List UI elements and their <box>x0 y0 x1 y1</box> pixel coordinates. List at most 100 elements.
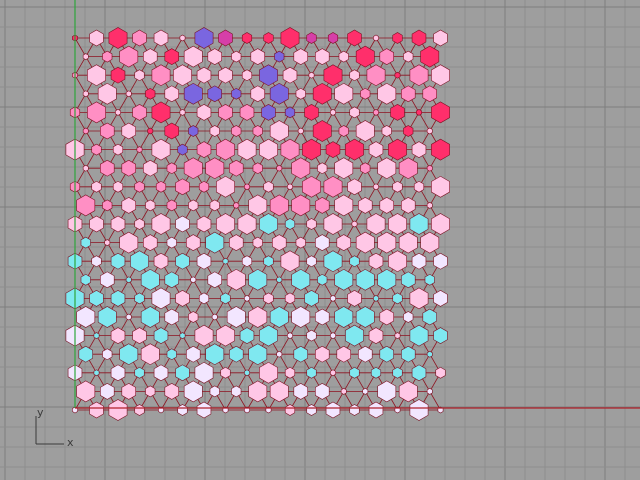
hexagon-cell[interactable] <box>216 138 235 161</box>
hexagon-cell[interactable] <box>403 311 414 323</box>
hexagon-cell[interactable] <box>196 66 212 84</box>
hexagon-cell[interactable] <box>175 215 190 233</box>
hexagon-cell[interactable] <box>207 271 222 289</box>
hexagon-cell[interactable] <box>392 366 403 379</box>
hexagon-cell[interactable] <box>315 234 330 251</box>
hexagon-cell[interactable] <box>426 127 433 135</box>
hexagon-cell[interactable] <box>166 199 177 212</box>
hexagon-cell[interactable] <box>186 345 201 363</box>
hexagon-cell[interactable] <box>147 127 154 135</box>
hexagon-cell[interactable] <box>366 213 386 235</box>
hexagon-cell[interactable] <box>373 183 379 191</box>
hexagon-cell[interactable] <box>190 276 197 284</box>
hexagon-cell[interactable] <box>151 213 171 235</box>
hexagon-cell[interactable] <box>291 306 311 328</box>
hexagon-cell[interactable] <box>241 32 253 44</box>
hexagon-cell[interactable] <box>216 213 235 235</box>
hexagon-cell[interactable] <box>231 385 242 398</box>
hexagon-cell[interactable] <box>244 369 250 377</box>
hexagon-cell[interactable] <box>196 401 212 419</box>
hexagon-cell[interactable] <box>392 32 403 44</box>
hexagon-cell[interactable] <box>293 48 308 65</box>
hexagon-cell[interactable] <box>411 141 427 158</box>
hexagon-cell[interactable] <box>196 141 212 158</box>
hexagon-cell[interactable] <box>269 82 289 105</box>
hexagon-cell[interactable] <box>166 348 177 361</box>
hexagon-cell[interactable] <box>209 385 220 398</box>
hexagon-cell[interactable] <box>360 162 371 175</box>
hexagon-pattern[interactable] <box>65 27 450 421</box>
hexagon-cell[interactable] <box>327 32 339 44</box>
hexagon-cell[interactable] <box>112 180 124 193</box>
hexagon-cell[interactable] <box>188 311 199 323</box>
hexagon-cell[interactable] <box>145 385 156 398</box>
hexagon-cell[interactable] <box>276 164 283 172</box>
hexagon-cell[interactable] <box>293 383 308 400</box>
hexagon-cell[interactable] <box>164 383 179 400</box>
hexagon-cell[interactable] <box>334 194 354 217</box>
hexagon-cell[interactable] <box>370 366 382 379</box>
hexagon-cell[interactable] <box>355 231 375 254</box>
hexagon-cell[interactable] <box>241 255 253 268</box>
hexagon-cell[interactable] <box>284 106 296 119</box>
hexagon-cell[interactable] <box>263 32 274 44</box>
hexagon-cell[interactable] <box>362 388 369 395</box>
hexagon-cell[interactable] <box>205 157 225 180</box>
viewport-scene[interactable] <box>0 0 640 480</box>
hexagon-cell[interactable] <box>218 29 233 47</box>
hexagon-cell[interactable] <box>119 231 139 254</box>
hexagon-cell[interactable] <box>373 109 379 116</box>
hexagon-cell[interactable] <box>76 380 96 403</box>
hexagon-cell[interactable] <box>252 125 263 137</box>
hexagon-cell[interactable] <box>401 197 416 214</box>
hexagon-cell[interactable] <box>93 332 100 339</box>
hexagon-cell[interactable] <box>349 106 360 119</box>
hexagon-cell[interactable] <box>291 194 311 217</box>
hexagon-cell[interactable] <box>87 64 106 87</box>
hexagon-cell[interactable] <box>368 401 384 419</box>
hexagon-cell[interactable] <box>100 159 115 177</box>
hexagon-cell[interactable] <box>420 45 440 68</box>
hexagon-cell[interactable] <box>276 350 283 358</box>
hexagon-cell[interactable] <box>166 162 177 175</box>
hexagon-cell[interactable] <box>269 306 289 328</box>
hexagon-cell[interactable] <box>121 159 136 177</box>
hexagon-cell[interactable] <box>284 404 296 416</box>
hexagon-cell[interactable] <box>426 164 433 172</box>
hexagon-cell[interactable] <box>87 101 106 124</box>
hexagon-cell[interactable] <box>100 122 115 140</box>
hexagon-cell[interactable] <box>306 32 317 44</box>
hexagon-cell[interactable] <box>194 27 214 49</box>
hexagon-cell[interactable] <box>115 109 121 116</box>
hexagon-cell[interactable] <box>424 273 435 286</box>
hexagon-cell[interactable] <box>175 290 190 307</box>
hexagon-cell[interactable] <box>151 64 171 87</box>
hexagon-cell[interactable] <box>134 366 145 379</box>
hexagon-cell[interactable] <box>222 257 229 265</box>
hexagon-cell[interactable] <box>284 366 296 379</box>
hexagon-cell[interactable] <box>360 87 371 100</box>
hexagon-cell[interactable] <box>82 164 89 172</box>
hexagon-cell[interactable] <box>398 157 418 180</box>
hexagon-cell[interactable] <box>183 380 203 403</box>
hexagon-cell[interactable] <box>379 48 394 65</box>
hexagon-cell[interactable] <box>244 295 250 302</box>
hexagon-cell[interactable] <box>196 215 212 233</box>
hexagon-cell[interactable] <box>401 271 416 289</box>
hexagon-cell[interactable] <box>276 276 283 284</box>
hexagon-cell[interactable] <box>347 178 362 196</box>
hexagon-cell[interactable] <box>368 141 384 158</box>
hexagon-cell[interactable] <box>355 120 375 142</box>
hexagon-cell[interactable] <box>312 120 332 142</box>
hexagon-cell[interactable] <box>377 157 397 180</box>
hexagon-cell[interactable] <box>392 180 403 193</box>
hexagon-cell[interactable] <box>334 82 354 105</box>
hexagon-cell[interactable] <box>306 329 317 342</box>
hexagon-cell[interactable] <box>284 218 296 230</box>
hexagon-cell[interactable] <box>349 69 360 82</box>
hexagon-cell[interactable] <box>269 380 289 403</box>
hexagon-cell[interactable] <box>358 197 373 214</box>
hexagon-cell[interactable] <box>130 250 149 273</box>
hexagon-cell[interactable] <box>209 199 220 212</box>
hexagon-cell[interactable] <box>164 48 179 65</box>
